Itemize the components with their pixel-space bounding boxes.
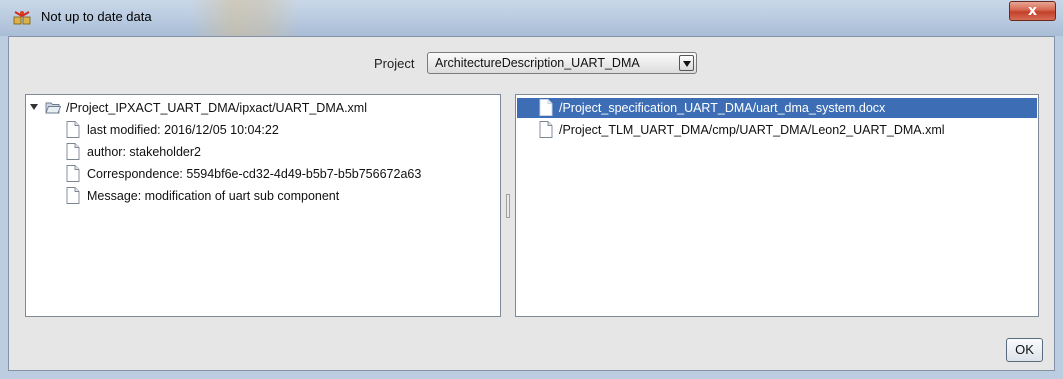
not-up-to-date-icon [13,11,31,25]
document-icon [66,143,80,160]
tree-root-label: /Project_IPXACT_UART_DMA/ipxact/UART_DMA… [66,101,368,115]
chevron-down-icon[interactable] [679,55,694,71]
tree-expand-icon[interactable] [30,104,38,110]
list-item[interactable]: /Project_specification_UART_DMA/uart_dma… [517,98,1037,118]
close-button[interactable]: x [1009,1,1056,21]
project-label: Project [374,56,415,71]
window-frame-bottom [0,371,1063,379]
tree-child-label: author: stakeholder2 [87,145,201,159]
tree-child-row[interactable]: last modified: 2016/12/05 10:04:22 [26,120,500,140]
window-frame-right [1055,36,1063,379]
tree-child-label: Message: modification of uart sub compon… [87,189,340,203]
window-title: Not up to date data [41,9,152,24]
tree-child-row[interactable]: Message: modification of uart sub compon… [26,186,500,206]
tree-child-row[interactable]: author: stakeholder2 [26,142,500,162]
project-combobox-value: ArchitectureDescription_UART_DMA [435,56,640,70]
right-list-panel[interactable]: /Project_specification_UART_DMA/uart_dma… [515,94,1039,317]
splitter-grip-icon[interactable] [506,194,510,218]
title-bar-decoration [190,0,300,36]
tree-child-label: last modified: 2016/12/05 10:04:22 [87,123,279,137]
document-icon [539,99,553,116]
tree-root-row[interactable]: /Project_IPXACT_UART_DMA/ipxact/UART_DMA… [26,98,500,118]
folder-open-icon [45,102,61,114]
dialog-window: Not up to date data x Project Architectu… [0,0,1063,379]
title-bar[interactable]: Not up to date data x [0,0,1063,36]
document-icon [539,121,553,138]
list-item-label: /Project_TLM_UART_DMA/cmp/UART_DMA/Leon2… [559,123,945,137]
close-icon: x [1027,3,1038,19]
left-tree-panel[interactable]: /Project_IPXACT_UART_DMA/ipxact/UART_DMA… [25,94,501,317]
tree-child-row[interactable]: Correspondence: 5594bf6e-cd32-4d49-b5b7-… [26,164,500,184]
document-icon [66,165,80,182]
list-item[interactable]: /Project_TLM_UART_DMA/cmp/UART_DMA/Leon2… [517,120,1037,140]
list-item-label: /Project_specification_UART_DMA/uart_dma… [559,101,886,115]
ok-button[interactable]: OK [1006,338,1043,362]
tree-child-label: Correspondence: 5594bf6e-cd32-4d49-b5b7-… [87,167,422,181]
project-combobox[interactable]: ArchitectureDescription_UART_DMA [427,52,697,74]
window-frame-left [0,36,8,379]
document-icon [66,187,80,204]
document-icon [66,121,80,138]
